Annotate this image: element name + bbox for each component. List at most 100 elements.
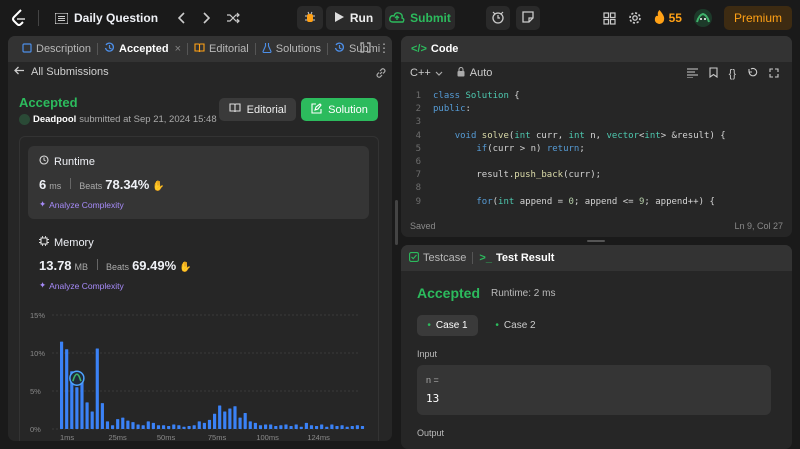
histogram-bar[interactable] [192, 425, 196, 429]
histogram-bar[interactable] [315, 425, 319, 429]
histogram-bar[interactable] [253, 422, 257, 429]
tab-accepted[interactable]: Accepted × [98, 36, 187, 62]
histogram-bar[interactable] [131, 422, 135, 429]
histogram-bar[interactable] [60, 341, 64, 429]
case-2-tab[interactable]: • Case 2 [485, 315, 546, 336]
back-to-submissions[interactable]: All Submissions [14, 66, 109, 78]
tab-solutions[interactable]: Solutions [256, 36, 327, 62]
braces-icon[interactable]: {} [729, 68, 736, 80]
histogram-bar[interactable] [340, 425, 344, 429]
code-line[interactable]: 2 public: [401, 103, 792, 116]
histogram-bar[interactable] [105, 421, 110, 429]
histogram-bar[interactable] [335, 425, 339, 429]
histogram-bar[interactable] [65, 349, 69, 429]
histogram-bar[interactable] [213, 413, 217, 429]
timer-button[interactable] [486, 6, 510, 30]
prev-problem-icon[interactable] [178, 12, 186, 24]
avatar[interactable] [693, 9, 712, 27]
gear-icon[interactable] [628, 11, 642, 25]
histogram-bar[interactable] [111, 425, 115, 429]
histogram-bar[interactable] [141, 425, 145, 429]
histogram-bar[interactable] [151, 422, 155, 429]
histogram-bar[interactable] [345, 426, 349, 429]
histogram-bar[interactable] [294, 424, 298, 429]
histogram-bar[interactable] [289, 425, 293, 429]
histogram-bar[interactable] [264, 424, 268, 429]
expand-icon[interactable] [360, 42, 371, 56]
more-options-icon[interactable]: ⋮ [378, 41, 390, 55]
histogram-bar[interactable] [228, 408, 232, 429]
submit-button[interactable]: Submit [385, 6, 455, 30]
language-select[interactable]: C++ [410, 67, 443, 79]
memory-distribution-chart[interactable]: 15% 10% 5% 0% 1ms 25ms 50ms 75ms 100ms 124ms [28, 307, 368, 441]
analyze-complexity-link[interactable]: ✦ Analyze Complexity [39, 199, 124, 210]
histogram-bar[interactable] [218, 405, 222, 429]
username[interactable]: Deadpool [33, 114, 76, 125]
tab-code[interactable]: </> Code [409, 36, 464, 62]
tab-testcase[interactable]: Testcase [403, 245, 472, 271]
run-button[interactable]: Run [326, 6, 382, 30]
code-editor[interactable]: 1 class Solution {2 public: 3 4 void solve(i… [401, 90, 792, 212]
histogram-bar[interactable] [197, 421, 201, 429]
link-icon[interactable] [375, 67, 387, 82]
histogram-bar[interactable] [304, 422, 308, 429]
next-problem-icon[interactable] [202, 12, 211, 24]
histogram-bar[interactable] [177, 425, 181, 429]
histogram-bar[interactable] [243, 413, 247, 429]
histogram-bar[interactable] [360, 425, 365, 429]
code-line[interactable]: 3 [401, 116, 792, 129]
problem-list-button[interactable]: Daily Question [55, 11, 158, 25]
analyze-complexity-link[interactable]: ✦ Analyze Complexity [39, 280, 124, 291]
histogram-bar[interactable] [85, 402, 89, 429]
code-line[interactable]: 6 [401, 156, 792, 169]
histogram-bar[interactable] [269, 424, 273, 429]
editorial-button[interactable]: Editorial [219, 98, 296, 121]
histogram-bar[interactable] [182, 426, 186, 429]
histogram-bar[interactable] [325, 426, 329, 429]
histogram-bar[interactable] [162, 425, 166, 429]
tab-test-result[interactable]: >_ Test Result [473, 245, 560, 271]
code-line[interactable]: 9 for(int append = 0; append <= 9; appen… [401, 196, 792, 209]
format-icon[interactable] [686, 67, 698, 81]
horizontal-resize-handle[interactable] [587, 240, 605, 242]
histogram-bar[interactable] [167, 425, 171, 429]
tab-editorial[interactable]: Editorial [188, 36, 255, 62]
histogram-bar[interactable] [309, 425, 314, 429]
histogram-bar[interactable] [223, 411, 227, 429]
histogram-bar[interactable] [75, 387, 79, 429]
streak-counter[interactable]: 55 [654, 9, 682, 27]
premium-button[interactable]: Premium [723, 6, 792, 30]
case-1-tab[interactable]: • Case 1 [417, 315, 478, 336]
histogram-bar[interactable] [274, 425, 278, 429]
histogram-bar[interactable] [172, 424, 176, 429]
histogram-bar[interactable] [248, 421, 252, 429]
layout-grid-icon[interactable] [603, 11, 616, 25]
histogram-bar[interactable] [90, 411, 94, 429]
solution-button[interactable]: Solution [301, 98, 378, 121]
histogram-bar[interactable] [320, 424, 324, 429]
notes-button[interactable] [516, 6, 540, 30]
code-line[interactable]: 5 if(curr > n) return; [401, 143, 792, 156]
reset-icon[interactable] [747, 67, 758, 81]
code-line[interactable]: 7 result.push_back(curr); [401, 169, 792, 182]
histogram-bar[interactable] [284, 424, 288, 429]
shuffle-icon[interactable] [226, 12, 240, 24]
histogram-bar[interactable] [95, 348, 99, 429]
histogram-bar[interactable] [238, 417, 242, 429]
vertical-resize-handle[interactable] [395, 200, 398, 245]
memory-section[interactable]: Memory 13.78 MB Beats 69.49% ✋ ✦ Analyze… [28, 227, 369, 297]
histogram-bar[interactable] [207, 419, 212, 429]
histogram-bar[interactable] [100, 403, 104, 429]
histogram-bar[interactable] [258, 425, 263, 429]
fullscreen-icon[interactable] [769, 67, 779, 81]
tab-description[interactable]: Description [16, 36, 97, 62]
runtime-card[interactable]: Runtime 6 ms Beats 78.34% ✋ ✦ Analyze Co… [28, 146, 369, 219]
code-line[interactable]: 4 void solve(int curr, int n, vector<int… [401, 130, 792, 143]
histogram-bar[interactable] [279, 425, 283, 429]
histogram-bar[interactable] [299, 426, 303, 429]
bookmark-icon[interactable] [709, 67, 718, 81]
histogram-bar[interactable] [330, 424, 334, 429]
histogram-bar[interactable] [121, 417, 125, 429]
debug-button[interactable] [297, 6, 323, 30]
histogram-bar[interactable] [126, 420, 130, 429]
